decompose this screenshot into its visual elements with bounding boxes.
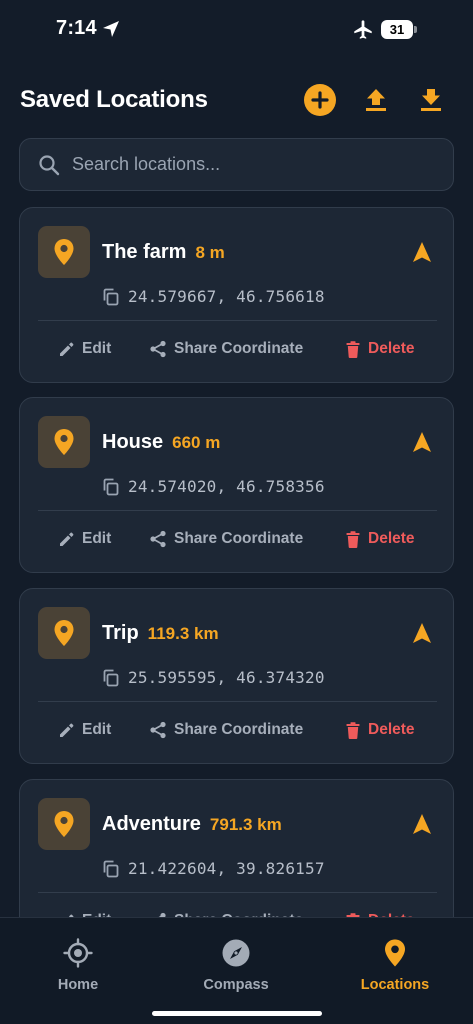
share-icon (150, 721, 166, 739)
pencil-icon (60, 723, 74, 737)
status-bar: 7:14 31 (0, 0, 473, 58)
location-card[interactable]: House 660 m 24.574020, 46.758356 Edit Sha… (19, 397, 454, 573)
location-distance: 791.3 km (209, 815, 282, 834)
coordinates-text: 21.422604, 39.826157 (128, 859, 325, 878)
location-pin-icon (38, 226, 90, 278)
airplane-icon (354, 20, 372, 39)
delete-label: Delete (368, 721, 415, 738)
share-label: Share Coordinate (174, 530, 304, 547)
copy-icon[interactable] (102, 860, 120, 878)
card-divider (38, 892, 437, 893)
edit-button[interactable]: Edit (58, 340, 111, 358)
share-icon (150, 340, 166, 358)
page-title: Saved Locations (20, 86, 208, 113)
battery-level: 31 (381, 20, 413, 39)
home-indicator (152, 1011, 322, 1016)
tab-home-label: Home (57, 977, 99, 993)
card-divider (38, 701, 437, 702)
status-time: 7:14 (56, 17, 97, 39)
location-distance: 119.3 km (147, 624, 219, 643)
plus-icon (311, 91, 329, 109)
share-label: Share Coordinate (174, 340, 304, 357)
location-pin-icon (38, 798, 90, 850)
location-name: Trip (102, 622, 139, 644)
copy-icon[interactable] (102, 288, 120, 306)
coordinates-text: 24.579667, 46.756618 (128, 287, 325, 306)
delete-label: Delete (368, 340, 415, 357)
share-coordinate-button[interactable]: Share Coordinate (149, 530, 303, 548)
coordinates-row: 21.422604, 39.826157 (102, 859, 325, 878)
coordinates-text: 25.595595, 46.374320 (128, 668, 325, 687)
import-button[interactable] (415, 84, 447, 116)
tab-compass[interactable]: Compass (176, 938, 296, 993)
search-bar[interactable] (19, 138, 454, 191)
battery-tip (414, 26, 417, 33)
compass-icon (222, 939, 250, 967)
search-icon (39, 155, 60, 176)
trash-icon (346, 340, 360, 358)
pencil-icon (60, 342, 74, 356)
app-screen: The farm 8 m 24.579667, 46.756618 Edit Sh… (0, 0, 473, 1024)
tab-compass-label: Compass (203, 977, 269, 993)
add-location-button[interactable] (304, 84, 336, 116)
location-title: The farm 8 m (102, 241, 225, 264)
map-pin-icon (385, 939, 405, 967)
share-coordinate-button[interactable]: Share Coordinate (149, 340, 303, 358)
coordinates-text: 24.574020, 46.758356 (128, 477, 325, 496)
location-pin-icon (38, 607, 90, 659)
upload-icon (366, 89, 386, 111)
edit-label: Edit (82, 340, 112, 357)
share-label: Share Coordinate (174, 721, 304, 738)
trash-icon (346, 721, 360, 739)
delete-label: Delete (368, 530, 415, 547)
location-arrow-icon (103, 21, 119, 37)
copy-icon[interactable] (102, 669, 120, 687)
edit-button[interactable]: Edit (58, 721, 111, 739)
edit-label: Edit (82, 721, 112, 738)
card-divider (38, 510, 437, 511)
location-card[interactable]: Trip 119.3 km 25.595595, 46.374320 Edit S… (19, 588, 454, 764)
download-icon (421, 89, 441, 111)
coordinates-row: 24.574020, 46.758356 (102, 477, 325, 496)
delete-button[interactable]: Delete (345, 721, 415, 739)
tab-home[interactable]: Home (18, 938, 138, 993)
edit-button[interactable]: Edit (58, 530, 111, 548)
location-title: Trip 119.3 km (102, 622, 219, 645)
search-input[interactable] (72, 139, 442, 190)
export-button[interactable] (360, 84, 392, 116)
edit-label: Edit (82, 530, 112, 547)
battery-indicator: 31 (381, 20, 417, 39)
tab-locations-label: Locations (360, 977, 430, 993)
location-card[interactable]: The farm 8 m 24.579667, 46.756618 Edit Sh… (19, 207, 454, 383)
location-title: House 660 m (102, 431, 220, 454)
share-coordinate-button[interactable]: Share Coordinate (149, 721, 303, 739)
location-name: Adventure (102, 813, 201, 835)
coordinates-row: 24.579667, 46.756618 (102, 287, 325, 306)
navigate-arrow-icon[interactable] (411, 241, 433, 263)
pencil-icon (60, 532, 74, 546)
delete-button[interactable]: Delete (345, 530, 415, 548)
location-pin-icon (38, 416, 90, 468)
location-name: House (102, 431, 164, 453)
coordinates-row: 25.595595, 46.374320 (102, 668, 325, 687)
location-name: The farm (102, 241, 187, 263)
location-distance: 8 m (195, 243, 225, 262)
card-divider (38, 320, 437, 321)
navigate-arrow-icon[interactable] (411, 622, 433, 644)
copy-icon[interactable] (102, 478, 120, 496)
bottom-tab-bar: Home Compass Locations (0, 917, 473, 1024)
location-distance: 660 m (172, 433, 221, 452)
navigate-arrow-icon[interactable] (411, 813, 433, 835)
location-title: Adventure 791.3 km (102, 813, 282, 836)
share-icon (150, 530, 166, 548)
delete-button[interactable]: Delete (345, 340, 415, 358)
tab-locations[interactable]: Locations (335, 938, 455, 993)
crosshair-icon (63, 938, 93, 968)
navigate-arrow-icon[interactable] (411, 431, 433, 453)
location-card[interactable]: Adventure791.3 km 21.422604, 39.826157 E… (19, 779, 454, 917)
trash-icon (346, 530, 360, 548)
